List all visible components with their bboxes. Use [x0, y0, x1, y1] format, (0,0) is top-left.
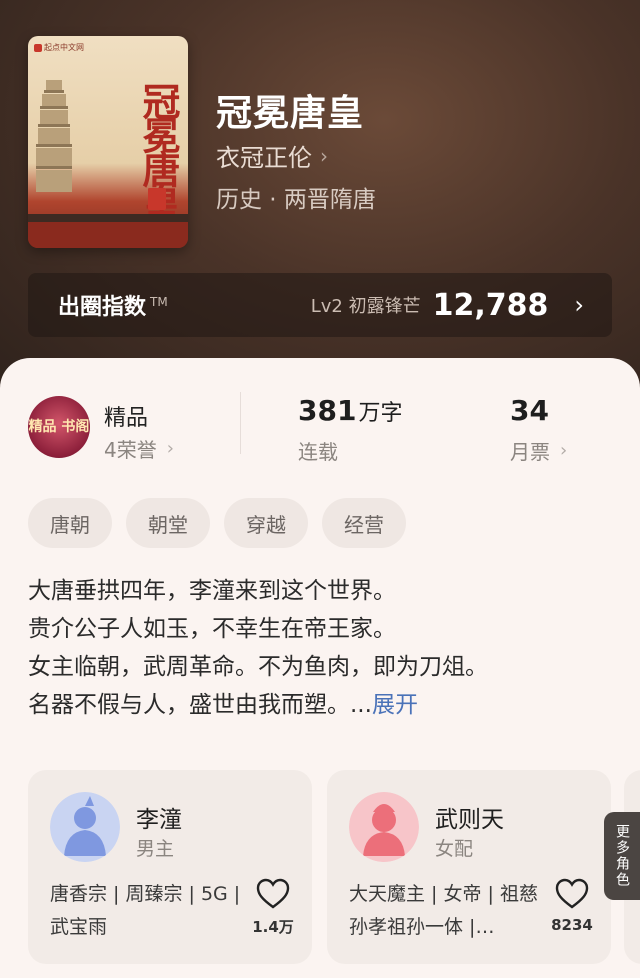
character-tags: 大天魔主 | 女帝 | 祖慈孙孝祖孙一体 |… [349, 883, 538, 938]
book-genre: 历史 · 两晋隋唐 [216, 187, 376, 213]
character-card[interactable]: 李潼 男主 唐香宗 | 周臻宗 | 5G | 武宝雨 1.4万 [28, 770, 312, 964]
synopsis[interactable]: 大唐垂拱四年，李潼来到这个世界。 贵介公子人如玉，不幸生在帝王家。 女主临朝，武… [28, 572, 612, 724]
chevron-right-icon: › [560, 440, 568, 461]
book-cover[interactable]: 起点中文网 冠冕唐皇 [28, 36, 188, 248]
red-wall [28, 222, 188, 248]
stats-row: 精品 书阁 精品 4荣誉 › 381万字 连载 34 月票 › [28, 388, 612, 474]
like-count: 8234 [551, 916, 593, 934]
character-list: 李潼 男主 唐香宗 | 周臻宗 | 5G | 武宝雨 1.4万 武则天 女配 大… [28, 770, 640, 970]
synopsis-line: 大唐垂拱四年，李潼来到这个世界。 [28, 578, 396, 604]
heart-icon[interactable] [256, 878, 290, 910]
tag-list: 唐朝 朝堂 穿越 经营 [28, 498, 406, 548]
cover-seal [148, 188, 166, 210]
monthly-ticket-link[interactable]: 月票 › [510, 436, 567, 465]
avatar [50, 792, 120, 862]
character-card[interactable]: 武则天 女配 大天魔主 | 女帝 | 祖慈孙孝祖孙一体 |… 8234 [327, 770, 611, 964]
index-value: 12,788 [432, 287, 549, 323]
chevron-right-icon: › [166, 438, 174, 459]
heart-icon[interactable] [555, 878, 589, 910]
serial-status: 连载 [298, 440, 338, 464]
synopsis-line: 贵介公子人如玉，不幸生在帝王家。 [28, 616, 396, 642]
character-name: 李潼 [136, 807, 182, 833]
stats-divider [240, 392, 241, 454]
book-title: 冠冕唐皇 [216, 92, 365, 134]
word-count: 381万字 [298, 394, 403, 427]
monthly-ticket-count: 34 [510, 394, 549, 427]
popularity-index-bar[interactable]: 出圈指数 TM Lv2 初露锋芒 12,788 › [28, 273, 612, 337]
avatar [349, 792, 419, 862]
tag-chip[interactable]: 朝堂 [126, 498, 210, 548]
pagoda-illustration [36, 80, 72, 192]
book-info-card: 精品 书阁 精品 4荣誉 › 381万字 连载 34 月票 › 唐朝 朝堂 穿越 经… [0, 358, 640, 978]
synopsis-line: 女主临朝，武周革命。不为鱼肉，即为刀俎。 [28, 654, 488, 680]
honor-label: 精品 [104, 406, 149, 431]
character-role-type: 女配 [435, 838, 474, 860]
chevron-right-icon: › [320, 143, 328, 168]
honor-count-link[interactable]: 4荣誉 › [104, 434, 174, 463]
trademark-mark: TM [150, 294, 168, 309]
index-label: 出圈指数 TM [58, 294, 168, 320]
author-name: 衣冠正伦 [216, 144, 312, 172]
index-level: Lv2 初露锋芒 [310, 296, 421, 317]
cover-title: 冠冕唐皇 [136, 82, 181, 218]
character-role-type: 男主 [136, 838, 175, 860]
synopsis-line: 名器不假与人，盛世由我而塑。... [28, 692, 372, 718]
author-link[interactable]: 衣冠正伦 › [216, 138, 328, 173]
quality-badge-icon[interactable]: 精品 书阁 [28, 396, 90, 458]
more-characters-button[interactable]: 更多角色 [604, 812, 640, 900]
like-count: 1.4万 [252, 918, 294, 936]
tag-chip[interactable]: 唐朝 [28, 498, 112, 548]
character-tags: 唐香宗 | 周臻宗 | 5G | 武宝雨 [50, 883, 241, 938]
tag-chip[interactable]: 穿越 [224, 498, 308, 548]
expand-synopsis-link[interactable]: 展开 [372, 692, 418, 718]
chevron-right-icon: › [574, 291, 584, 319]
character-name: 武则天 [435, 807, 504, 833]
cover-publisher: 起点中文网 [34, 42, 84, 53]
tag-chip[interactable]: 经营 [322, 498, 406, 548]
